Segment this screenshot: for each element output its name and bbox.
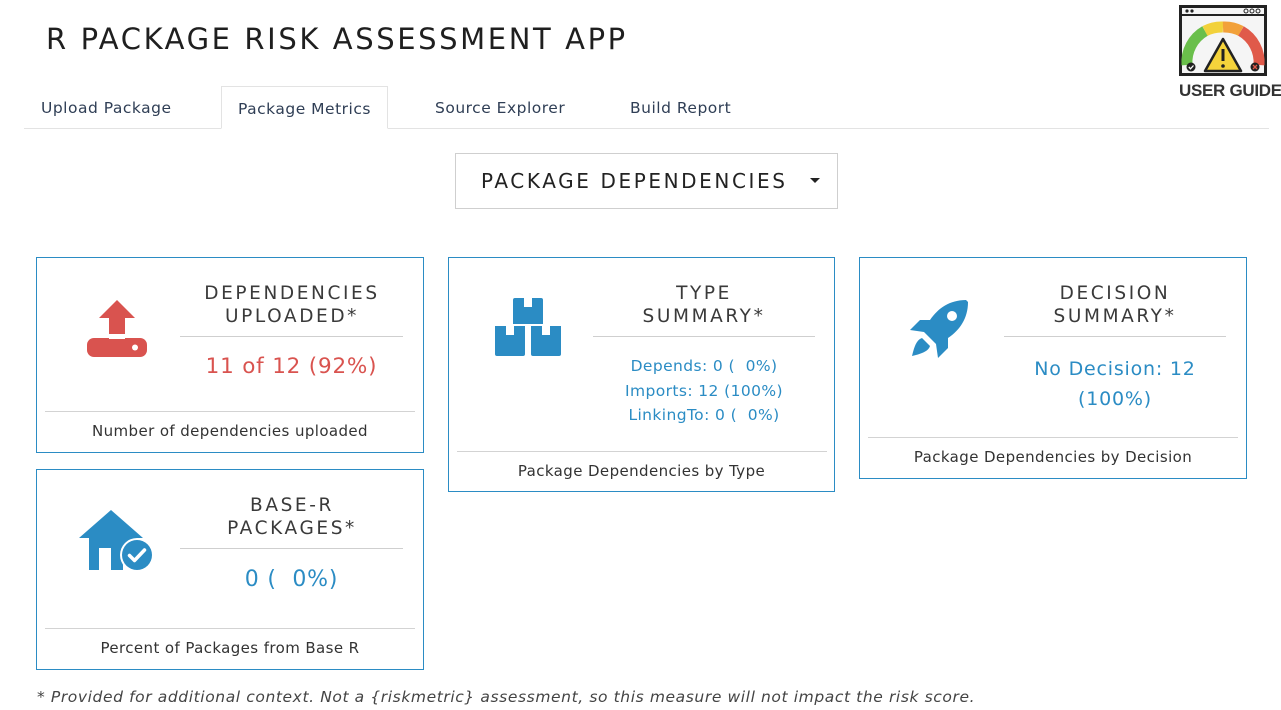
card-footer: Number of dependencies uploaded (92, 422, 368, 440)
tab-upload-package[interactable]: Upload Package (41, 86, 172, 128)
card-title: BASE-R PACKAGES* (227, 495, 357, 539)
upload-icon (87, 300, 147, 357)
card-title: DECISION SUMMARY* (1053, 283, 1177, 327)
decision-values: No Decision: 12 (100%) (1004, 354, 1226, 414)
metric-dropdown-value: PACKAGE DEPENDENCIES (481, 169, 788, 193)
type-summary-values: Depends: 0 ( 0%) Imports: 12 (100%) Link… (593, 354, 815, 428)
uploaded-value: 11 of 12 (92%) (205, 354, 378, 379)
depends-line: Depends: 0 ( 0%) (630, 357, 778, 375)
user-guide-icon (1179, 5, 1267, 76)
house-check-icon (79, 510, 154, 572)
tab-bar: Upload Package Package Metrics Source Ex… (24, 86, 1269, 129)
tab-package-metrics[interactable]: Package Metrics (221, 86, 388, 129)
decision-summary-card: DECISION SUMMARY* No Decision: 12 (100%)… (859, 257, 1247, 479)
card-title: DEPENDENCIES UPLOADED* (204, 283, 380, 327)
imports-line: Imports: 12 (100%) (625, 381, 783, 400)
card-footer: Package Dependencies by Type (517, 462, 766, 480)
app-title: R PACKAGE RISK ASSESSMENT APP (46, 22, 628, 56)
tab-build-report[interactable]: Build Report (630, 86, 731, 128)
no-decision-line: No Decision: 12 (1034, 358, 1196, 380)
card-title: TYPE SUMMARY* (642, 283, 766, 327)
footnote: * Provided for additional context. Not a… (37, 688, 976, 706)
metric-dropdown[interactable]: PACKAGE DEPENDENCIES (455, 153, 838, 209)
type-summary-card: TYPE SUMMARY* Depends: 0 ( 0%) Imports: … (448, 257, 835, 492)
boxes-icon (495, 298, 561, 356)
no-decision-percent: (100%) (1078, 388, 1152, 410)
card-footer: Package Dependencies by Decision (913, 448, 1193, 466)
base-r-packages-card: BASE-R PACKAGES* 0 ( 0%) Percent of Pack… (36, 469, 424, 670)
caret-down-icon (810, 178, 820, 183)
base-r-value: 0 ( 0%) (244, 567, 339, 592)
linkingto-line: LinkingTo: 0 ( 0%) (628, 406, 780, 424)
dependencies-uploaded-card: DEPENDENCIES UPLOADED* 11 of 12 (92%) Nu… (36, 257, 424, 453)
tab-source-explorer[interactable]: Source Explorer (435, 86, 565, 128)
rocket-icon (910, 300, 968, 358)
card-footer: Percent of Packages from Base R (100, 639, 360, 657)
